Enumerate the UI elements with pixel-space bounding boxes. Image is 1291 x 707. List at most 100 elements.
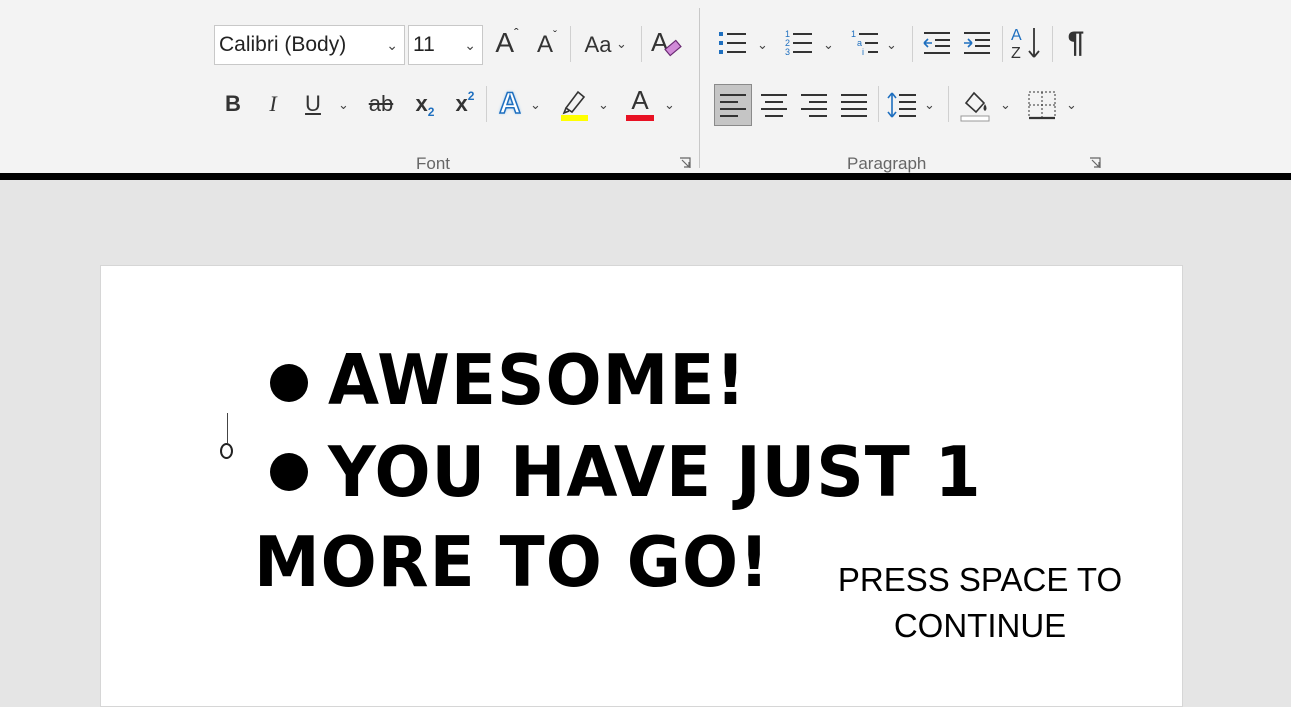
- bold-label: B: [225, 91, 241, 116]
- press-space-text[interactable]: PRESS SPACE TO CONTINUE: [830, 557, 1130, 649]
- font-color-swatch: [626, 115, 654, 121]
- borders-icon: [1028, 91, 1056, 120]
- ribbon-bottom-border: [0, 173, 1291, 180]
- separator: [878, 86, 879, 122]
- font-size-combobox[interactable]: 11 ⌄: [408, 25, 483, 65]
- italic-label: I: [269, 91, 277, 116]
- group-divider: [699, 8, 700, 168]
- anchor-line: [227, 413, 228, 443]
- strikethrough-button[interactable]: ab: [364, 86, 398, 122]
- font-name-value: Calibri (Body): [219, 33, 347, 56]
- superscript-button[interactable]: x2: [450, 86, 480, 122]
- superscript-label: x: [455, 91, 468, 116]
- superscript-mark: 2: [467, 89, 475, 103]
- bullet-list-icon: [719, 32, 746, 54]
- bullet-line-2[interactable]: YOU HAVE JUST 1: [328, 432, 982, 513]
- svg-text:A: A: [651, 27, 669, 57]
- chevron-down-icon[interactable]: ⌄: [530, 97, 541, 113]
- chevron-down-icon[interactable]: ⌄: [338, 97, 349, 113]
- svg-text:i: i: [862, 47, 864, 57]
- multilevel-list-icon: 1 a i: [851, 29, 878, 57]
- separator: [570, 26, 571, 62]
- clear-formatting-button[interactable]: A: [648, 24, 684, 64]
- separator: [948, 86, 949, 122]
- subscript-mark: 2: [427, 105, 435, 119]
- chevron-down-icon[interactable]: ⌄: [386, 26, 398, 64]
- shrink-font-icon: A: [536, 31, 553, 58]
- svg-text:A: A: [1011, 27, 1022, 44]
- chevron-down-icon[interactable]: ⌄: [924, 97, 935, 113]
- shrink-font-button[interactable]: Aˇ: [530, 26, 564, 64]
- shading-button[interactable]: [956, 84, 994, 126]
- chevron-down-icon[interactable]: ⌄: [757, 37, 768, 53]
- highlighter-icon: [561, 90, 588, 121]
- anchor-icon[interactable]: [220, 443, 233, 459]
- chevron-down-icon[interactable]: ⌄: [616, 36, 627, 52]
- font-size-value: 11: [413, 33, 435, 56]
- align-right-button[interactable]: [796, 84, 832, 126]
- align-right-icon: [801, 94, 827, 117]
- align-left-button[interactable]: [714, 84, 752, 126]
- separator: [641, 26, 642, 62]
- show-formatting-marks-button[interactable]: ¶: [1060, 24, 1092, 62]
- chevron-down-icon[interactable]: ⌄: [1000, 97, 1011, 113]
- sort-button[interactable]: A Z: [1008, 22, 1046, 64]
- separator: [1052, 26, 1053, 62]
- press-line-2: CONTINUE: [893, 607, 1067, 644]
- change-case-button[interactable]: Aa: [578, 26, 618, 64]
- dialog-launcher-icon[interactable]: [1089, 157, 1101, 169]
- svg-text:1: 1: [851, 29, 856, 39]
- separator: [486, 86, 487, 122]
- underline-label: U: [305, 91, 321, 116]
- pilcrow-icon: ¶: [1067, 26, 1085, 59]
- bullet-dot: [270, 453, 308, 491]
- font-group-label: Font: [416, 154, 451, 173]
- bullet-line-1[interactable]: AWESOME!: [328, 340, 747, 421]
- highlight-color-button[interactable]: [556, 84, 592, 124]
- font-name-combobox[interactable]: Calibri (Body) ⌄: [214, 25, 405, 65]
- change-case-label: Aa: [584, 32, 612, 57]
- chevron-down-icon[interactable]: ⌄: [886, 37, 897, 53]
- subscript-label: x: [415, 91, 428, 116]
- bullet-dot: [270, 364, 308, 402]
- dialog-launcher-icon[interactable]: [679, 157, 691, 169]
- justify-button[interactable]: [836, 84, 872, 126]
- multilevel-list-button[interactable]: 1 a i: [848, 24, 882, 62]
- font-color-button[interactable]: A: [622, 84, 658, 124]
- subscript-button[interactable]: x2: [410, 86, 440, 122]
- underline-button[interactable]: U: [298, 86, 328, 122]
- svg-text:3: 3: [785, 47, 790, 57]
- numbering-button[interactable]: 1 2 3: [782, 24, 816, 62]
- separator: [1002, 26, 1003, 62]
- sort-az-icon: A Z: [1011, 27, 1040, 62]
- strikethrough-label: ab: [368, 91, 394, 116]
- chevron-down-icon[interactable]: ⌄: [1066, 97, 1077, 113]
- chevron-down-icon[interactable]: ⌄: [464, 26, 476, 64]
- align-center-button[interactable]: [756, 84, 792, 126]
- clear-formatting-icon: A: [651, 27, 682, 57]
- ribbon: Calibri (Body) ⌄ 11 ⌄ Aˆ Aˇ Aa ⌄ A B I U…: [0, 0, 1291, 173]
- bold-button[interactable]: B: [218, 86, 248, 122]
- line-spacing-icon: [887, 92, 916, 118]
- decrease-indent-button[interactable]: [920, 24, 954, 62]
- numbered-list-icon: 1 2 3: [785, 29, 812, 57]
- press-line-1: PRESS SPACE TO: [837, 561, 1123, 598]
- paragraph-group-label: Paragraph: [847, 154, 927, 173]
- increase-indent-button[interactable]: [960, 24, 994, 62]
- font-color-icon: A: [631, 85, 649, 115]
- separator: [912, 26, 913, 62]
- grow-font-button[interactable]: Aˆ: [490, 24, 524, 62]
- chevron-down-icon[interactable]: ⌄: [598, 97, 609, 113]
- align-left-icon: [720, 94, 746, 117]
- italic-button[interactable]: I: [258, 86, 288, 122]
- svg-text:Z: Z: [1011, 45, 1021, 62]
- bullets-button[interactable]: [716, 24, 750, 62]
- chevron-down-icon[interactable]: ⌄: [823, 37, 834, 53]
- text-effects-icon: A: [498, 86, 521, 121]
- grow-font-icon: A: [495, 27, 514, 58]
- text-effects-button[interactable]: A: [492, 84, 528, 124]
- continuation-line[interactable]: MORE TO GO!: [254, 522, 770, 603]
- line-spacing-button[interactable]: [884, 84, 920, 126]
- chevron-down-icon[interactable]: ⌄: [664, 97, 675, 113]
- borders-button[interactable]: [1024, 84, 1060, 126]
